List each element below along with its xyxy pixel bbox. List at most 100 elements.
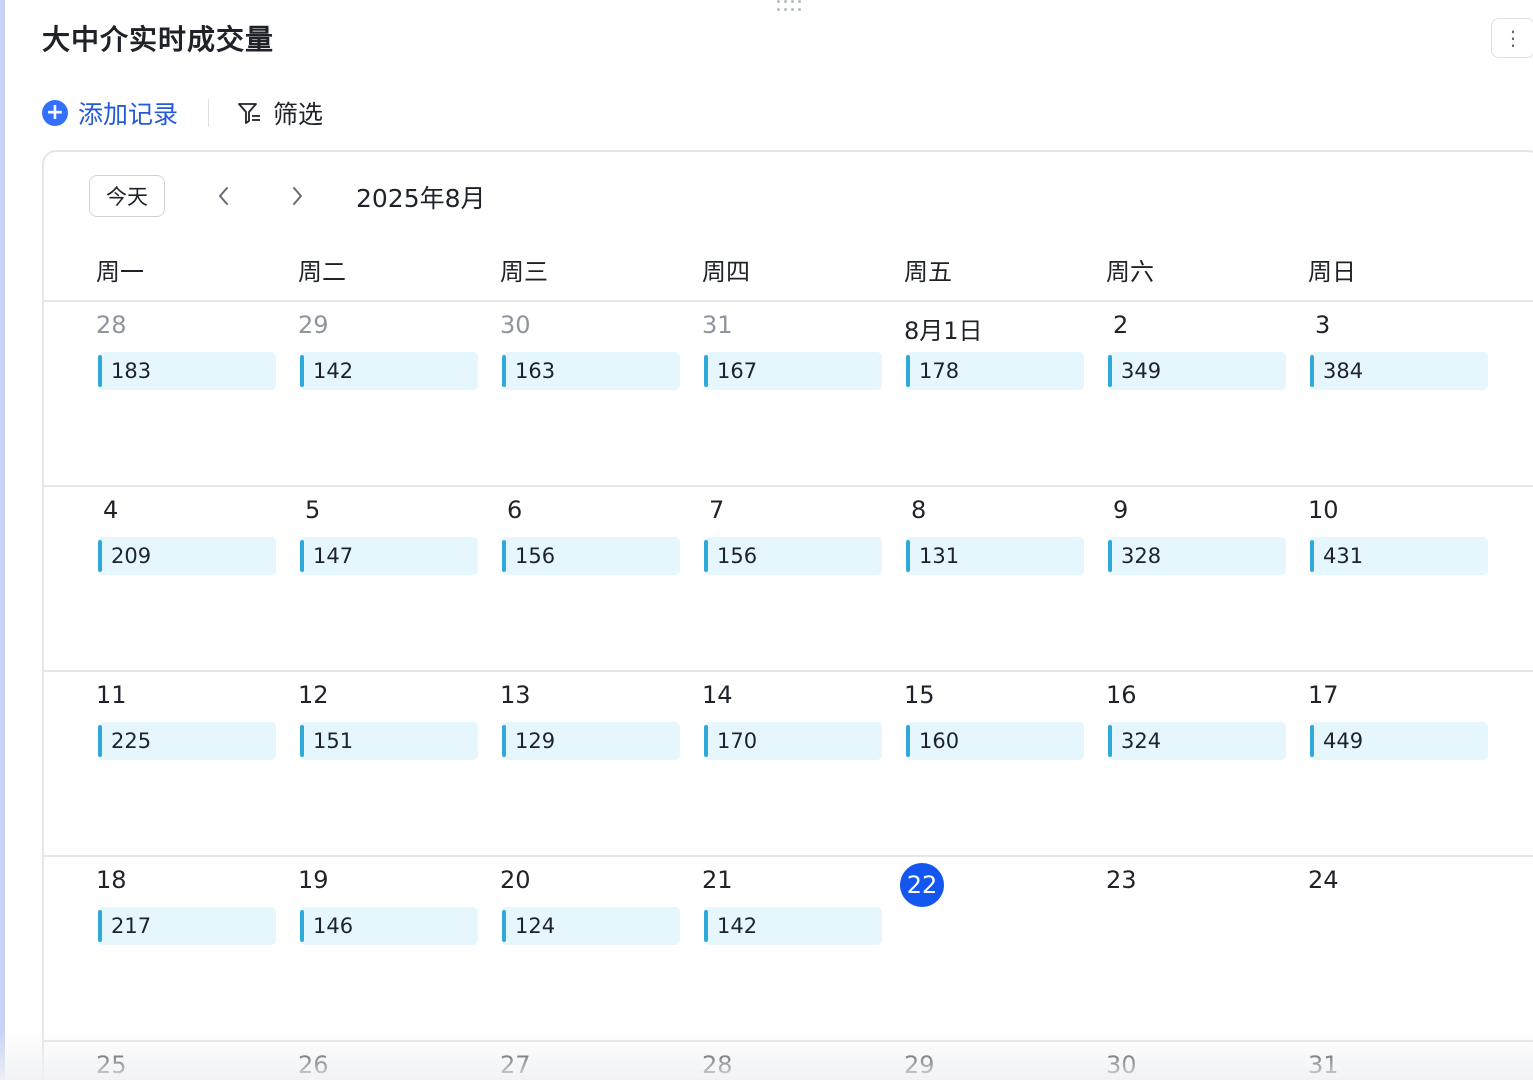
toolbar: + 添加记录 筛选	[42, 93, 323, 133]
day-number[interactable]: 10	[1308, 496, 1339, 524]
event-value: 160	[919, 729, 960, 753]
event-value: 209	[111, 544, 152, 568]
event-record[interactable]: 209	[98, 537, 276, 575]
day-number[interactable]: 8月1日	[904, 311, 983, 346]
event-value: 156	[717, 544, 758, 568]
event-value: 349	[1121, 359, 1162, 383]
week-row-divider	[44, 670, 1533, 672]
add-record-button[interactable]: + 添加记录	[42, 95, 178, 131]
day-number[interactable]: 9	[1113, 496, 1128, 524]
filter-icon	[238, 103, 261, 124]
day-number[interactable]: 23	[1106, 866, 1137, 894]
day-number[interactable]: 27	[500, 1051, 531, 1079]
event-record[interactable]: 178	[906, 352, 1084, 390]
day-number[interactable]: 18	[96, 866, 127, 894]
event-record[interactable]: 167	[704, 352, 882, 390]
day-number[interactable]: 3	[1315, 311, 1330, 339]
event-record[interactable]: 156	[704, 537, 882, 575]
calendar-header: 今天 2025年8月	[44, 152, 1533, 242]
event-record[interactable]: 124	[502, 907, 680, 945]
event-record[interactable]: 151	[300, 722, 478, 760]
week-row-divider	[44, 485, 1533, 487]
day-number[interactable]: 25	[96, 1051, 127, 1079]
drag-handle-icon[interactable]	[776, 0, 802, 12]
event-record[interactable]: 163	[502, 352, 680, 390]
day-number[interactable]: 8	[911, 496, 926, 524]
event-record[interactable]: 349	[1108, 352, 1286, 390]
day-number[interactable]: 30	[500, 311, 531, 339]
next-month-button[interactable]	[281, 180, 313, 212]
day-number[interactable]: 7	[709, 496, 724, 524]
day-number[interactable]: 28	[702, 1051, 733, 1079]
event-record[interactable]: 449	[1310, 722, 1488, 760]
today-button[interactable]: 今天	[89, 175, 165, 217]
event-record[interactable]: 384	[1310, 352, 1488, 390]
day-number[interactable]: 17	[1308, 681, 1339, 709]
event-record[interactable]: 217	[98, 907, 276, 945]
day-number[interactable]: 31	[702, 311, 733, 339]
event-record[interactable]: 324	[1108, 722, 1286, 760]
weekday-label: 周三	[500, 258, 548, 286]
day-number[interactable]: 26	[298, 1051, 329, 1079]
event-record[interactable]: 160	[906, 722, 1084, 760]
event-value: 163	[515, 359, 556, 383]
event-record[interactable]: 131	[906, 537, 1084, 575]
event-value: 147	[313, 544, 354, 568]
day-number[interactable]: 19	[298, 866, 329, 894]
day-number[interactable]: 29	[904, 1051, 935, 1079]
week-row-divider	[44, 1040, 1533, 1042]
day-number[interactable]: 13	[500, 681, 531, 709]
event-value: 178	[919, 359, 960, 383]
weekday-label: 周六	[1106, 258, 1154, 286]
month-label: 2025年8月	[356, 184, 486, 213]
event-record[interactable]: 142	[704, 907, 882, 945]
day-number[interactable]: 6	[507, 496, 522, 524]
event-record[interactable]: 431	[1310, 537, 1488, 575]
event-record[interactable]: 170	[704, 722, 882, 760]
event-value: 146	[313, 914, 354, 938]
plus-circle-icon: +	[42, 100, 68, 126]
event-record[interactable]: 129	[502, 722, 680, 760]
event-record[interactable]: 328	[1108, 537, 1286, 575]
day-number[interactable]: 4	[103, 496, 118, 524]
event-value: 431	[1323, 544, 1364, 568]
event-value: 124	[515, 914, 556, 938]
event-record[interactable]: 183	[98, 352, 276, 390]
event-record[interactable]: 146	[300, 907, 478, 945]
day-number[interactable]: 11	[96, 681, 127, 709]
day-number[interactable]: 28	[96, 311, 127, 339]
weekday-header-row: 周一 周二 周三 周四 周五 周六 周日	[44, 248, 1533, 300]
event-record[interactable]: 147	[300, 537, 478, 575]
event-value: 156	[515, 544, 556, 568]
filter-button[interactable]: 筛选	[237, 95, 323, 131]
event-record[interactable]: 142	[300, 352, 478, 390]
day-number[interactable]: 24	[1308, 866, 1339, 894]
more-options-button[interactable]: ⋮	[1491, 18, 1533, 58]
day-number[interactable]: 12	[298, 681, 329, 709]
event-record[interactable]: 225	[98, 722, 276, 760]
day-number[interactable]: 16	[1106, 681, 1137, 709]
day-number[interactable]: 21	[702, 866, 733, 894]
calendar-widget-page: 大中介实时成交量 ⋮ + 添加记录 筛选 今天 2025年8月 周一 周二 周三…	[0, 0, 1533, 1080]
day-number[interactable]: 31	[1308, 1051, 1339, 1079]
day-number[interactable]: 2	[1113, 311, 1128, 339]
week-row-divider	[44, 300, 1533, 302]
day-number[interactable]: 20	[500, 866, 531, 894]
event-value: 170	[717, 729, 758, 753]
week-row-divider	[44, 855, 1533, 857]
chevron-left-icon	[219, 187, 228, 205]
left-edge-highlight	[0, 0, 5, 1080]
day-number[interactable]: 14	[702, 681, 733, 709]
today-date-marker[interactable]: 22	[900, 863, 944, 907]
day-number[interactable]: 15	[904, 681, 935, 709]
event-value: 384	[1323, 359, 1364, 383]
event-value: 217	[111, 914, 152, 938]
day-number[interactable]: 29	[298, 311, 329, 339]
event-record[interactable]: 156	[502, 537, 680, 575]
previous-month-button[interactable]	[208, 180, 240, 212]
day-number[interactable]: 5	[305, 496, 320, 524]
chevron-right-icon	[293, 187, 302, 205]
more-vertical-icon: ⋮	[1503, 26, 1523, 50]
day-number[interactable]: 30	[1106, 1051, 1137, 1079]
event-value: 225	[111, 729, 152, 753]
